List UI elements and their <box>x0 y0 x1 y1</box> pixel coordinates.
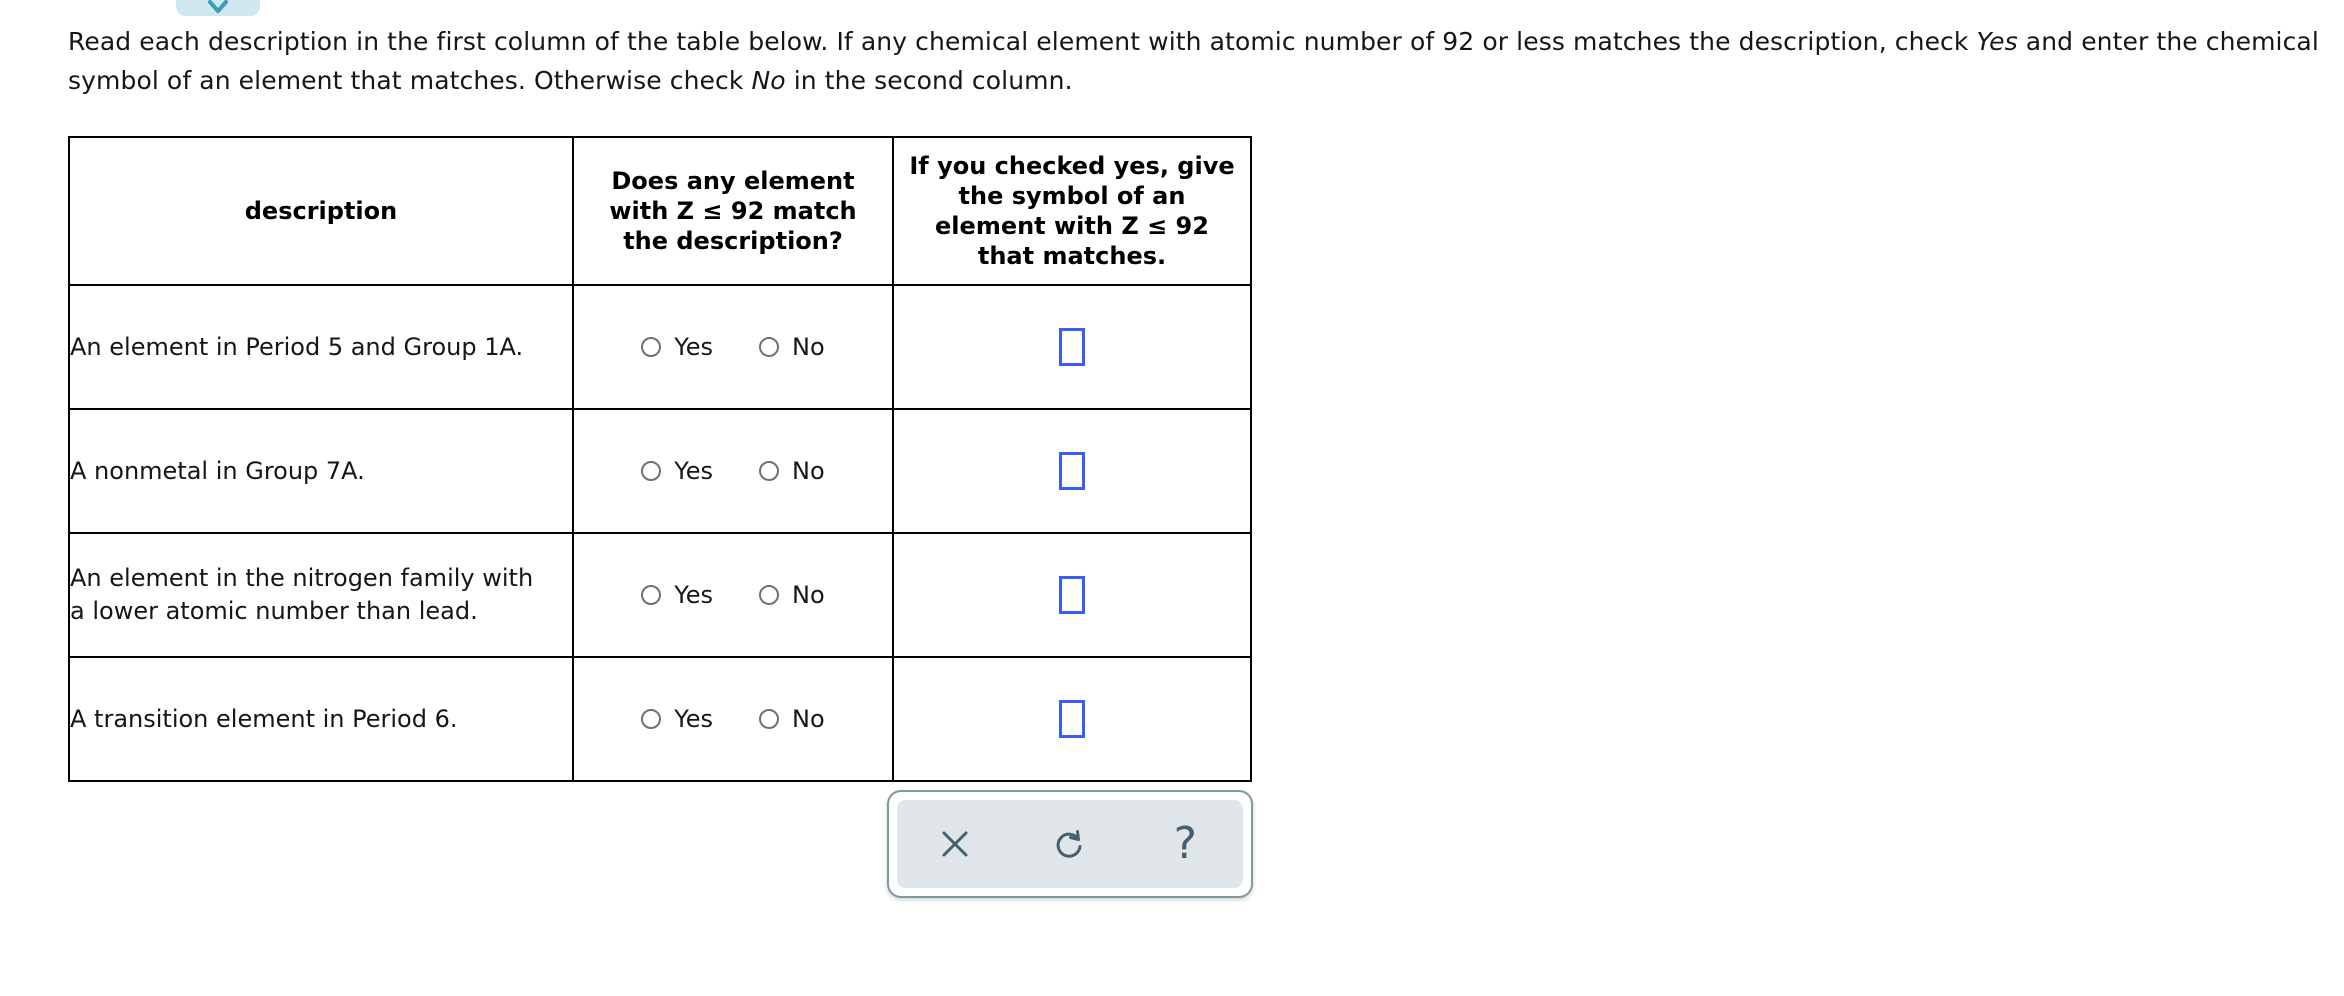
radio-yes-row-2[interactable]: Yes <box>641 459 713 483</box>
column-header-description-line-1: description <box>244 197 398 225</box>
row-yesno-cell: Yes No <box>572 656 894 782</box>
row-description-line-1: An element in the nitrogen family with <box>70 564 534 592</box>
row-description: An element in the nitrogen family with a… <box>68 532 574 658</box>
column-header-symbol-line-1: If you checked yes, give <box>909 152 1235 180</box>
radio-no-row-4[interactable]: No <box>759 707 825 731</box>
instruction-text: Read each description in the first colum… <box>68 22 2338 100</box>
undo-refresh-icon <box>1051 825 1089 863</box>
reset-button[interactable] <box>1033 800 1107 888</box>
radio-no-row-3[interactable]: No <box>759 583 825 607</box>
radio-circle-icon[interactable] <box>759 337 780 357</box>
close-icon <box>937 826 973 862</box>
element-description-table: description Does any element with Z ≤ 92… <box>68 136 1252 782</box>
row-description-line-2: a lower atomic number than lead. <box>70 597 478 625</box>
table-row: An element in the nitrogen family with a… <box>68 532 1252 658</box>
radio-circle-icon[interactable] <box>641 461 662 481</box>
table-row: A transition element in Period 6. Yes No <box>68 656 1252 782</box>
symbol-input-row-4[interactable] <box>1059 700 1085 738</box>
radio-no-row-2[interactable]: No <box>759 459 825 483</box>
row-symbol-cell <box>892 284 1252 410</box>
radio-no-row-1[interactable]: No <box>759 335 825 359</box>
symbol-input-row-2[interactable] <box>1059 452 1085 490</box>
radio-circle-icon[interactable] <box>759 585 780 605</box>
row-symbol-cell <box>892 408 1252 534</box>
column-header-match-question: Does any element with Z ≤ 92 match the d… <box>572 136 894 286</box>
column-header-symbol: If you checked yes, give the symbol of a… <box>892 136 1252 286</box>
clear-button[interactable] <box>918 800 992 888</box>
column-header-symbol-line-2: the symbol of an <box>958 182 1186 210</box>
column-header-description: description <box>68 136 574 286</box>
radio-circle-icon[interactable] <box>641 709 662 729</box>
radio-no-label: No <box>792 581 825 609</box>
symbol-input-row-1[interactable] <box>1059 328 1085 366</box>
radio-yes-row-1[interactable]: Yes <box>641 335 713 359</box>
help-icon: ? <box>1173 818 1197 869</box>
help-button[interactable]: ? <box>1148 800 1222 888</box>
instruction-emphasis-yes: Yes <box>1976 27 2018 56</box>
instruction-emphasis-no: No <box>751 66 786 95</box>
row-yesno-cell: Yes No <box>572 284 894 410</box>
radio-yes-label: Yes <box>674 705 714 733</box>
radio-circle-icon[interactable] <box>641 337 662 357</box>
radio-yes-label: Yes <box>674 333 714 361</box>
answer-toolbar: ? <box>887 790 1253 898</box>
radio-yes-row-3[interactable]: Yes <box>641 583 713 607</box>
table-row: A nonmetal in Group 7A. Yes No <box>68 408 1252 534</box>
radio-no-label: No <box>792 705 825 733</box>
radio-no-label: No <box>792 457 825 485</box>
row-yesno-cell: Yes No <box>572 532 894 658</box>
symbol-input-row-3[interactable] <box>1059 576 1085 614</box>
radio-circle-icon[interactable] <box>759 461 780 481</box>
top-chevron-badge[interactable] <box>176 0 260 16</box>
instruction-part-1: Read each description in the first colum… <box>68 27 1977 56</box>
row-description: A transition element in Period 6. <box>68 656 574 782</box>
row-description: An element in Period 5 and Group 1A. <box>68 284 574 410</box>
radio-circle-icon[interactable] <box>641 585 662 605</box>
radio-yes-label: Yes <box>674 581 714 609</box>
column-header-match-line-1: Does any element <box>611 167 855 195</box>
column-header-match-line-2: with Z ≤ 92 match <box>609 197 857 225</box>
radio-no-label: No <box>792 333 825 361</box>
radio-circle-icon[interactable] <box>759 709 780 729</box>
radio-yes-row-4[interactable]: Yes <box>641 707 713 731</box>
row-symbol-cell <box>892 532 1252 658</box>
chevron-down-icon <box>208 0 228 14</box>
row-yesno-cell: Yes No <box>572 408 894 534</box>
row-symbol-cell <box>892 656 1252 782</box>
instruction-part-3: in the second column. <box>785 66 1073 95</box>
radio-yes-label: Yes <box>674 457 714 485</box>
column-header-symbol-line-3: element with Z ≤ 92 <box>935 212 1209 240</box>
answer-toolbar-panel: ? <box>897 800 1243 888</box>
column-header-match-line-3: the description? <box>623 227 843 255</box>
column-header-symbol-line-4: that matches. <box>977 242 1167 270</box>
row-description: A nonmetal in Group 7A. <box>68 408 574 534</box>
table-header-row: description Does any element with Z ≤ 92… <box>68 136 1252 286</box>
table-row: An element in Period 5 and Group 1A. Yes… <box>68 284 1252 410</box>
